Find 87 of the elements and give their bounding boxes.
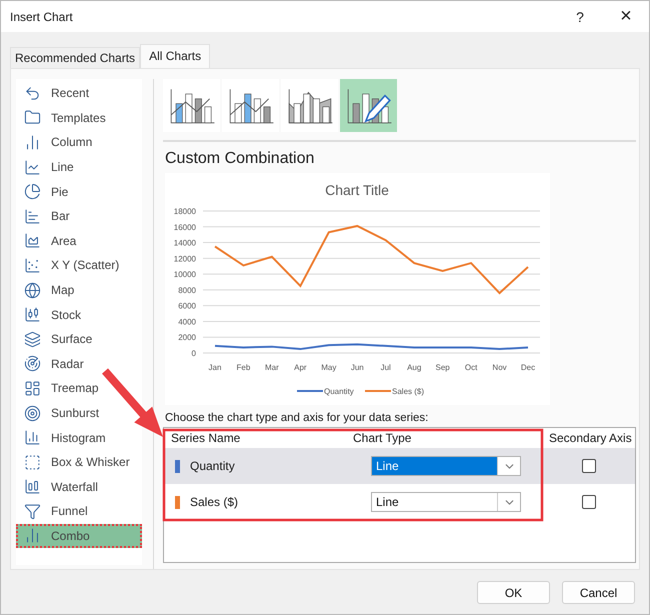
waterfall-icon <box>24 478 41 496</box>
folder-icon <box>24 109 41 126</box>
axis-tick-label: 6000 <box>178 302 196 311</box>
chart-subtype-button[interactable] <box>281 79 338 132</box>
help-button[interactable]: ? <box>557 1 603 32</box>
series-name: Quantity <box>190 459 235 473</box>
tab[interactable]: All Charts <box>140 44 210 68</box>
axis-tick-label: Mar <box>265 363 279 372</box>
chart-type-item[interactable]: Map <box>16 278 142 302</box>
bar-chart-icon <box>24 208 41 225</box>
axis-tick-label: 8000 <box>178 286 196 295</box>
pie-chart-icon <box>24 183 41 200</box>
secondary-axis-checkbox[interactable] <box>582 459 596 473</box>
section-heading: Custom Combination <box>165 150 316 168</box>
axis-tick-label: 16000 <box>174 222 196 232</box>
chart-type-item[interactable]: Histogram <box>16 425 142 450</box>
chart-subtype-button[interactable] <box>340 79 397 132</box>
secondary-axis-checkbox[interactable] <box>582 495 596 509</box>
chart-type-item[interactable]: Area <box>16 228 142 254</box>
series-name: Sales ($) <box>190 495 238 509</box>
chart-type-item[interactable]: Bar <box>16 204 142 229</box>
scatter-chart-icon <box>24 256 41 274</box>
chart-type-item[interactable]: Recent <box>16 81 142 106</box>
window-title: Insert Chart <box>10 10 74 24</box>
axis-tick-label: 14000 <box>174 238 196 248</box>
axis-tick-label: Apr <box>294 363 307 372</box>
chart-type-item[interactable]: Column <box>16 130 142 155</box>
treemap-icon <box>24 380 41 397</box>
chart-type-item[interactable]: Box & Whisker <box>16 450 142 474</box>
series-row[interactable]: Quantity Line <box>164 448 635 484</box>
axis-tick-label: Nov <box>492 363 507 372</box>
undo-arrow-icon <box>24 84 41 102</box>
axis-tick-label: 4000 <box>178 317 196 326</box>
chart-type-dropdown[interactable]: Line <box>371 456 521 476</box>
axis-tick-label: Sep <box>436 363 450 372</box>
chart-type-item[interactable]: Sunburst <box>16 400 142 426</box>
chart-type-item[interactable]: Pie <box>16 179 142 204</box>
axis-tick-label: May <box>321 363 336 372</box>
axis-tick-label: 12000 <box>174 254 196 264</box>
tab[interactable]: Recommended Charts <box>10 47 140 68</box>
chart-type-item[interactable]: Stock <box>16 302 142 327</box>
chart-type-item[interactable]: Templates <box>16 106 142 130</box>
chart-type-item[interactable]: Surface <box>16 326 142 352</box>
funnel-icon <box>24 502 41 520</box>
chart-type-dropdown[interactable]: Line <box>371 492 521 512</box>
axis-tick-label: Aug <box>407 363 422 372</box>
legend-label: Quantity <box>324 387 354 396</box>
axis-tick-label: Jul <box>380 363 391 372</box>
chart-subtype-button[interactable] <box>222 79 279 132</box>
chart-type-item[interactable]: X Y (Scatter) <box>16 253 142 278</box>
chart-type-item[interactable]: Combo <box>16 524 142 548</box>
line-chart-icon <box>24 158 41 176</box>
box-icon <box>24 454 41 471</box>
dialog-button[interactable]: OK <box>477 581 550 604</box>
chart-title: Chart Title <box>325 182 389 198</box>
column-chart-icon <box>24 134 41 151</box>
axis-tick-label: 0 <box>192 349 196 358</box>
axis-tick-label: 10000 <box>174 270 196 280</box>
chart-type-item[interactable]: Treemap <box>16 376 142 401</box>
axis-tick-label: Jun <box>350 363 364 372</box>
axis-tick-label: Dec <box>520 363 536 372</box>
radar-icon <box>24 355 41 372</box>
chart-type-item[interactable]: Line <box>16 154 142 180</box>
column-header: Chart Type <box>352 431 412 445</box>
axis-tick-label: Oct <box>464 363 478 372</box>
chart-subtype-button[interactable] <box>163 79 220 132</box>
axis-tick-label: 18000 <box>174 207 196 216</box>
column-header: Series Name <box>170 431 242 445</box>
legend-entry: Sales ($) <box>365 387 424 396</box>
area-chart-icon <box>24 232 41 250</box>
layers-icon <box>24 330 41 348</box>
legend-entry: Quantity <box>297 387 354 396</box>
target-icon <box>24 404 41 422</box>
column-header: Secondary Axis <box>548 431 633 445</box>
chart-type-item[interactable]: Funnel <box>16 499 142 524</box>
candlestick-icon <box>24 306 41 324</box>
globe-icon <box>24 282 41 299</box>
axis-tick-label: Jan <box>208 363 222 372</box>
legend-label: Sales ($) <box>392 387 424 396</box>
histogram-icon <box>24 429 41 446</box>
chart-type-item[interactable]: Radar <box>16 352 142 376</box>
axis-tick-label: Feb <box>236 363 250 372</box>
dialog-button[interactable]: Cancel <box>562 581 635 604</box>
instruction-text: Choose the chart type and axis for your data series: <box>165 412 430 424</box>
axis-tick-label: 2000 <box>178 333 196 342</box>
chart-type-item[interactable]: Waterfall <box>16 474 142 500</box>
close-button[interactable]: × <box>603 1 649 32</box>
